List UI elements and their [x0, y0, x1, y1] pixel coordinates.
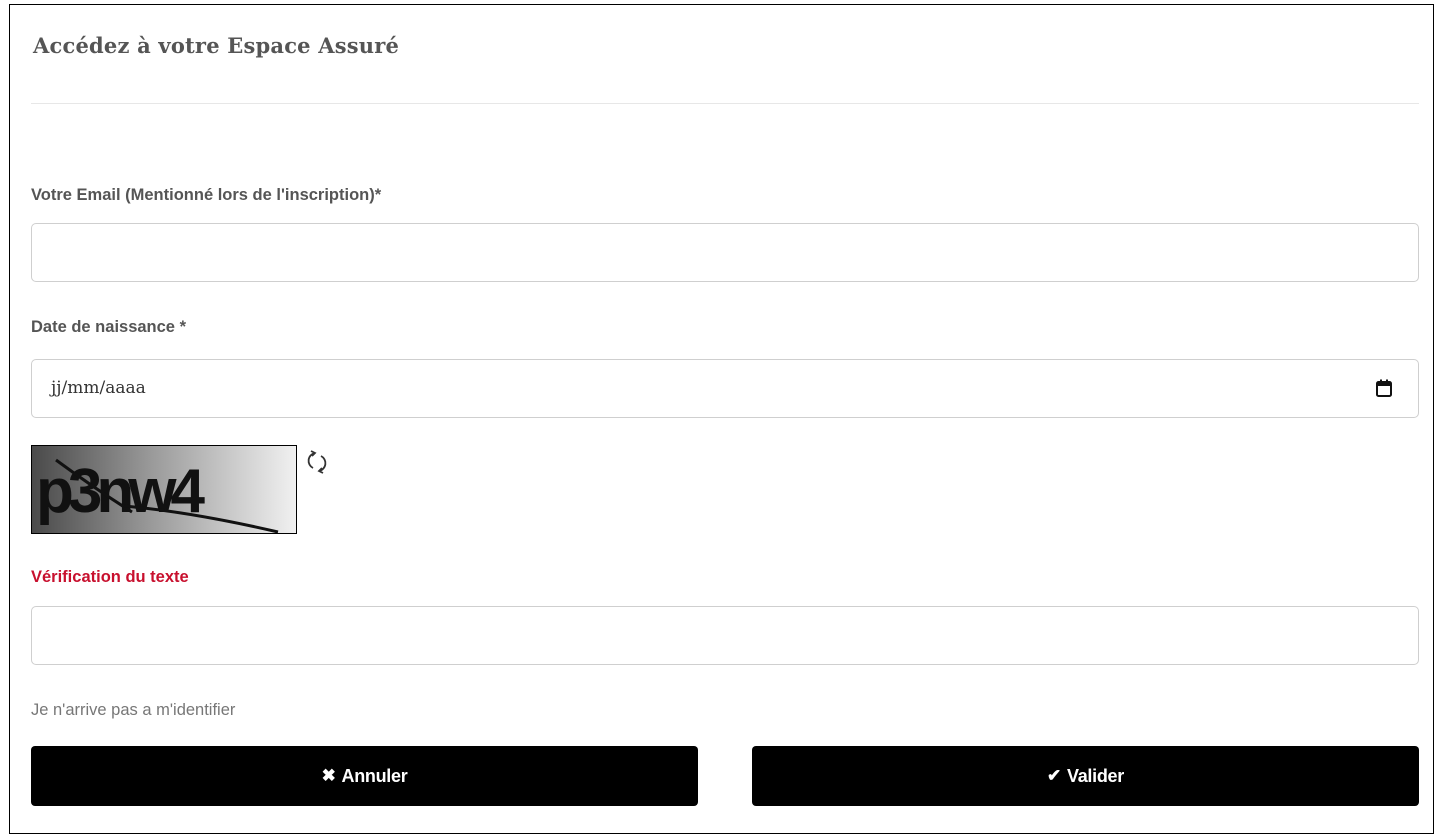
birthdate-field[interactable]: jj/mm/aaaa — [31, 359, 1419, 418]
close-icon: ✖ — [321, 766, 336, 785]
page-title: Accédez à votre Espace Assuré — [33, 33, 400, 58]
birthdate-placeholder: jj/mm/aaaa — [51, 378, 146, 398]
captcha-image: p3nw4 — [31, 445, 297, 534]
submit-button[interactable]: ✔ Valider — [752, 746, 1419, 806]
cancel-button[interactable]: ✖ Annuler — [31, 746, 698, 806]
check-icon: ✔ — [1047, 766, 1061, 785]
captcha-text: p3nw4 — [36, 457, 205, 526]
birthdate-label: Date de naissance * — [31, 318, 186, 336]
verification-field[interactable] — [31, 606, 1419, 665]
calendar-icon[interactable] — [1376, 379, 1392, 397]
email-label: Votre Email (Mentionné lors de l'inscrip… — [31, 186, 382, 204]
verification-label: Vérification du texte — [31, 568, 189, 586]
email-field[interactable] — [31, 223, 1419, 282]
cannot-login-link[interactable]: Je n'arrive pas a m'identifier — [31, 701, 235, 720]
title-divider — [31, 103, 1419, 104]
refresh-icon[interactable] — [304, 449, 330, 475]
cancel-button-label: Annuler — [341, 765, 408, 786]
captcha-graphic: p3nw4 — [32, 446, 296, 533]
submit-button-label: Valider — [1067, 765, 1124, 786]
